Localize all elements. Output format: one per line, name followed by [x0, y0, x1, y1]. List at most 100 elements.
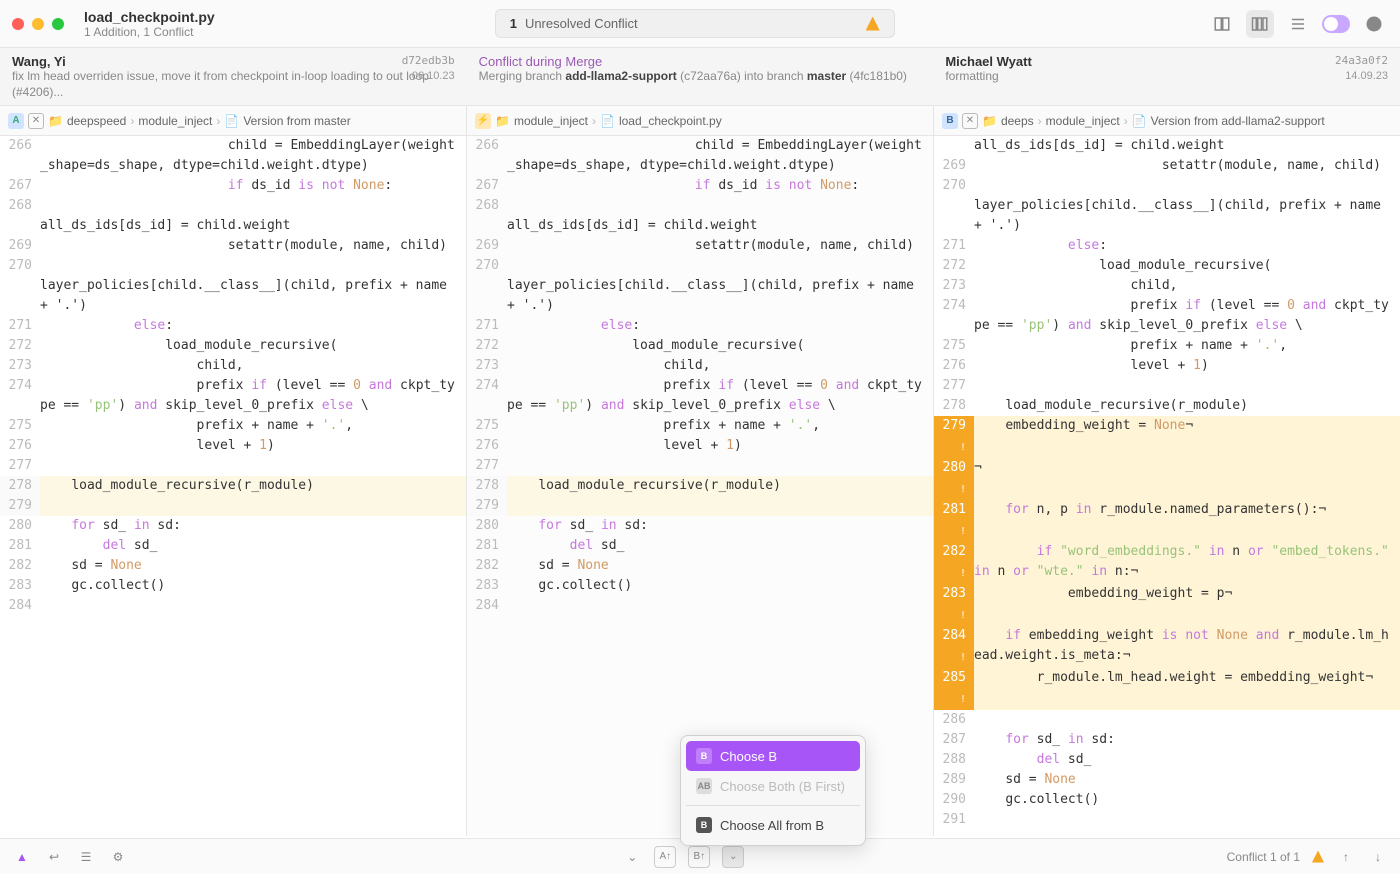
code-line[interactable]: 283 gc.collect() [467, 576, 933, 596]
code-line[interactable]: 268 [0, 196, 466, 216]
code-line[interactable]: 284 [0, 596, 466, 616]
code-line[interactable]: 273 child, [934, 276, 1400, 296]
code-line[interactable]: 280¬ [934, 458, 1400, 500]
close-pane-icon[interactable]: ✕ [28, 113, 44, 129]
code-line[interactable]: 266 child = EmbeddingLayer(weight_shape=… [467, 136, 933, 176]
code-line[interactable]: 278 load_module_recursive(r_module) [0, 476, 466, 496]
code-line[interactable]: 270 [0, 256, 466, 276]
right-pane[interactable]: all_ds_ids[ds_id] = child.weight269 seta… [934, 136, 1400, 836]
code-line[interactable]: 271 else: [467, 316, 933, 336]
code-line[interactable]: 280 for sd_ in sd: [467, 516, 933, 536]
settings-icon[interactable]: ⚙ [108, 847, 128, 867]
code-line[interactable]: 269 setattr(module, name, child) [0, 236, 466, 256]
code-line[interactable]: 276 level + 1) [934, 356, 1400, 376]
next-conflict-button[interactable]: ↓ [1368, 847, 1388, 867]
wrap-icon[interactable]: ↩ [44, 847, 64, 867]
code-line[interactable]: 275 prefix + name + '.', [467, 416, 933, 436]
left-breadcrumb[interactable]: A ✕ 📁 deepspeed › module_inject › 📄 Vers… [0, 106, 467, 135]
code-line[interactable]: 285 r_module.lm_head.weight = embedding_… [934, 668, 1400, 710]
code-line[interactable]: 272 load_module_recursive( [467, 336, 933, 356]
code-line[interactable]: 270 [934, 176, 1400, 196]
code-line[interactable]: 267 if ds_id is not None: [467, 176, 933, 196]
mid-breadcrumb[interactable]: ⚡ 📁 module_inject › 📄 load_checkpoint.py [467, 106, 934, 135]
code-line[interactable]: 282 sd = None [467, 556, 933, 576]
code-line[interactable]: 267 if ds_id is not None: [0, 176, 466, 196]
code-line[interactable]: all_ds_ids[ds_id] = child.weight [0, 216, 466, 236]
code-line[interactable]: 274 prefix if (level == 0 and ckpt_type … [467, 376, 933, 416]
prev-conflict-button[interactable]: ↑ [1336, 847, 1356, 867]
code-line[interactable]: 272 load_module_recursive( [0, 336, 466, 356]
code-line[interactable]: 286 [934, 710, 1400, 730]
code-line[interactable]: 278 load_module_recursive(r_module) [467, 476, 933, 496]
code-line[interactable]: 282 if "word_embeddings." in n or "embed… [934, 542, 1400, 584]
close-pane-icon[interactable]: ✕ [962, 113, 978, 129]
code-line[interactable]: all_ds_ids[ds_id] = child.weight [467, 216, 933, 236]
code-line[interactable]: 287 for sd_ in sd: [934, 730, 1400, 750]
code-line[interactable]: 276 level + 1) [0, 436, 466, 456]
code-line[interactable]: 275 prefix + name + '.', [0, 416, 466, 436]
code-line[interactable]: 277 [467, 456, 933, 476]
code-line[interactable]: 279 [467, 496, 933, 516]
code-line[interactable]: 269 setattr(module, name, child) [934, 156, 1400, 176]
code-line[interactable]: 275 prefix + name + '.', [934, 336, 1400, 356]
code-line[interactable]: 270 [467, 256, 933, 276]
code-line[interactable]: 284 if embedding_weight is not None and … [934, 626, 1400, 668]
code-line[interactable]: 274 prefix if (level == 0 and ckpt_type … [934, 296, 1400, 336]
code-line[interactable]: 283 gc.collect() [0, 576, 466, 596]
line-number: 289 [934, 770, 974, 790]
code-line[interactable]: 279 [0, 496, 466, 516]
list-icon[interactable]: ☰ [76, 847, 96, 867]
choose-b-button[interactable]: B Choose B [686, 741, 860, 771]
from-a-stepper[interactable]: A↑ [654, 846, 676, 868]
code-line[interactable]: 269 setattr(module, name, child) [467, 236, 933, 256]
minimize-window-button[interactable] [32, 18, 44, 30]
list-layout-icon[interactable] [1284, 10, 1312, 38]
code-line[interactable]: 281 for n, p in r_module.named_parameter… [934, 500, 1400, 542]
close-window-button[interactable] [12, 18, 24, 30]
middle-pane[interactable]: 266 child = EmbeddingLayer(weight_shape=… [467, 136, 934, 836]
code-line[interactable]: layer_policies[child.__class__](child, p… [467, 276, 933, 316]
from-b-stepper[interactable]: B↑ [688, 846, 710, 868]
code-line[interactable]: 290 gc.collect() [934, 790, 1400, 810]
choose-both-button[interactable]: AB Choose Both (B First) [686, 771, 860, 801]
code-line[interactable]: 274 prefix if (level == 0 and ckpt_type … [0, 376, 466, 416]
two-column-layout-icon[interactable] [1208, 10, 1236, 38]
code-line[interactable]: 281 del sd_ [467, 536, 933, 556]
code-line[interactable]: 281 del sd_ [0, 536, 466, 556]
code-line[interactable]: 283 embedding_weight = p¬ [934, 584, 1400, 626]
left-pane[interactable]: 266 child = EmbeddingLayer(weight_shape=… [0, 136, 467, 836]
line-number [0, 216, 40, 236]
code-line[interactable]: 268 [467, 196, 933, 216]
code-line[interactable]: 288 del sd_ [934, 750, 1400, 770]
code-line[interactable]: 273 child, [467, 356, 933, 376]
toggle-switch[interactable] [1322, 15, 1350, 33]
chevron-down-icon[interactable]: ⌄ [622, 847, 642, 867]
chevron-icon: › [1124, 114, 1128, 128]
code-line[interactable]: 276 level + 1) [467, 436, 933, 456]
unresolved-conflict-pill[interactable]: 1 Unresolved Conflict [495, 9, 895, 38]
code-line[interactable]: 266 child = EmbeddingLayer(weight_shape=… [0, 136, 466, 176]
code-line[interactable]: 284 [467, 596, 933, 616]
code-line[interactable]: 289 sd = None [934, 770, 1400, 790]
three-column-layout-icon[interactable] [1246, 10, 1274, 38]
code-line[interactable]: layer_policies[child.__class__](child, p… [934, 196, 1400, 236]
info-icon[interactable] [1360, 10, 1388, 38]
code-line[interactable]: 278 load_module_recursive(r_module) [934, 396, 1400, 416]
code-line[interactable]: 273 child, [0, 356, 466, 376]
choose-all-b-button[interactable]: B Choose All from B [686, 810, 860, 840]
code-line[interactable]: 271 else: [0, 316, 466, 336]
code-line[interactable]: 277 [0, 456, 466, 476]
code-line[interactable]: 282 sd = None [0, 556, 466, 576]
right-breadcrumb[interactable]: B ✕ 📁 deeps › module_inject › 📄 Version … [934, 106, 1400, 135]
filter-icon[interactable]: ▲ [12, 847, 32, 867]
code-line[interactable]: 272 load_module_recursive( [934, 256, 1400, 276]
maximize-window-button[interactable] [52, 18, 64, 30]
dropdown-stepper[interactable]: ⌄ [722, 846, 744, 868]
code-line[interactable]: 291 [934, 810, 1400, 830]
code-line[interactable]: layer_policies[child.__class__](child, p… [0, 276, 466, 316]
code-line[interactable]: 277 [934, 376, 1400, 396]
code-line[interactable]: 280 for sd_ in sd: [0, 516, 466, 536]
code-line[interactable]: all_ds_ids[ds_id] = child.weight [934, 136, 1400, 156]
code-line[interactable]: 279 embedding_weight = None¬ [934, 416, 1400, 458]
code-line[interactable]: 271 else: [934, 236, 1400, 256]
